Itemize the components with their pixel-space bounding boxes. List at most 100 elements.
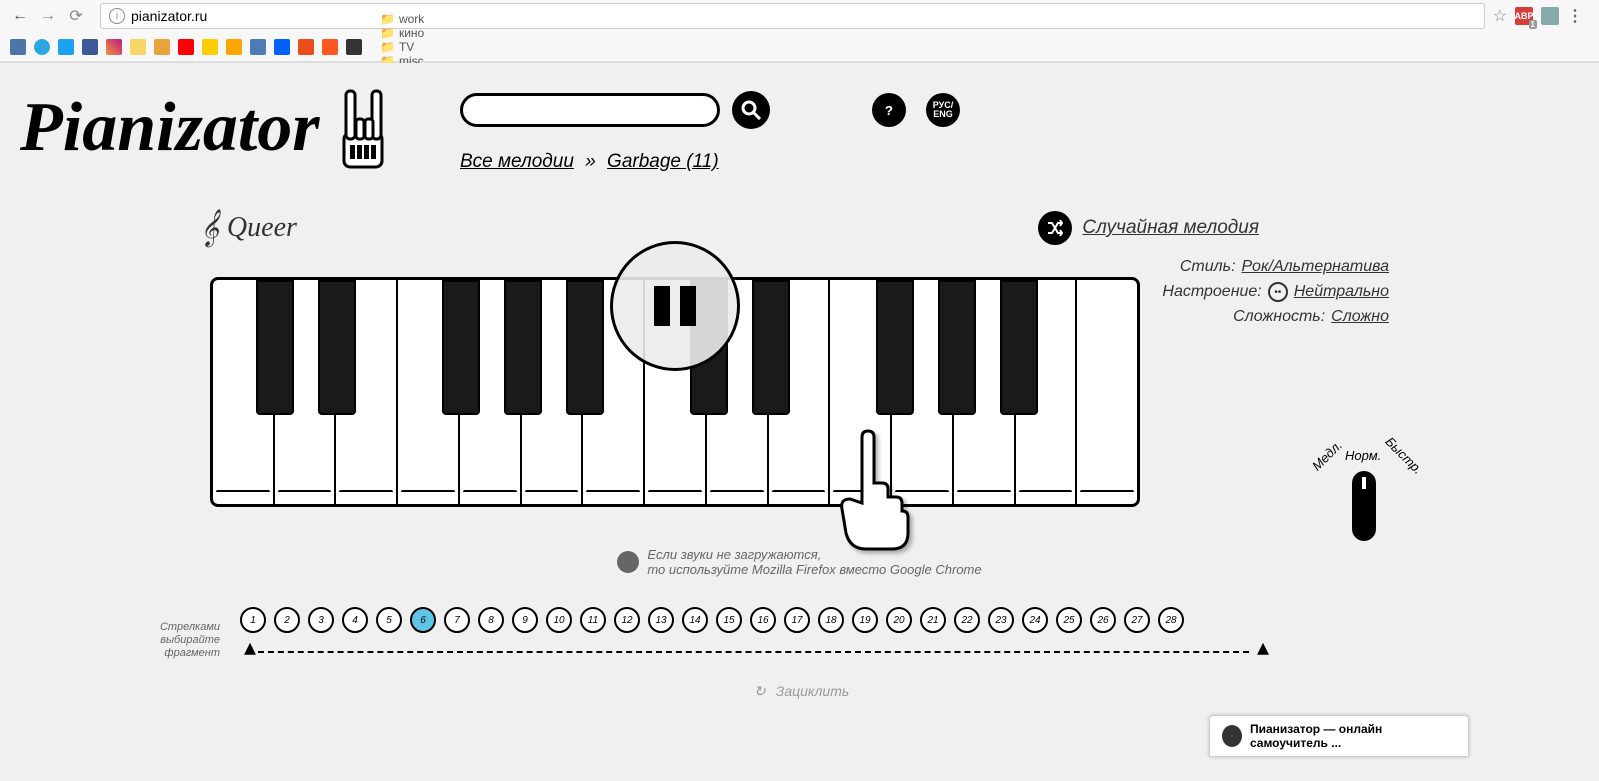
logo-text: Pianizator [20,88,320,168]
bookmark-icon[interactable] [58,39,74,55]
url-bar[interactable]: i pianizator.ru [100,3,1485,29]
bookmark-folder[interactable]: 📁кино [380,26,446,40]
black-key[interactable] [752,280,790,415]
fragment-dot[interactable]: 22 [954,607,980,633]
browser-menu[interactable]: ⋮ [1567,6,1583,26]
black-key[interactable] [442,280,480,415]
folder-icon: 📁 [380,26,395,40]
folder-icon: 📁 [380,40,395,54]
loop-label[interactable]: Зациклить [776,683,850,699]
language-button[interactable]: РУС/ ENG [926,93,960,127]
breadcrumb-artist[interactable]: Garbage (11) [607,151,719,172]
fragment-dot[interactable]: 9 [512,607,538,633]
bookmark-icon[interactable] [106,39,122,55]
fragments-label: Стрелками выбирайте фрагмент [140,621,220,661]
meta-style[interactable]: Рок/Альтернатива [1242,258,1389,276]
bookmark-icon[interactable] [82,39,98,55]
shuffle-icon[interactable] [1038,211,1072,245]
bookmark-icon[interactable] [10,39,26,55]
bookmark-icon[interactable] [178,39,194,55]
breadcrumb-all[interactable]: Все мелодии [460,151,574,172]
bookmark-folder[interactable]: 📁work [380,12,446,26]
logo[interactable]: Pianizator [20,83,460,173]
bookmark-icon[interactable] [34,39,50,55]
tempo-knob[interactable] [1352,471,1376,541]
arrow-up-icon: ▴ [244,633,256,662]
fragment-dot[interactable]: 28 [1158,607,1184,633]
bookmark-icon[interactable] [322,39,338,55]
firefox-icon [617,551,639,573]
fragment-dot[interactable]: 16 [750,607,776,633]
fragment-dot[interactable]: 12 [614,607,640,633]
fragment-dot[interactable]: 13 [648,607,674,633]
bookmark-icon[interactable] [154,39,170,55]
fragment-dot[interactable]: 25 [1056,607,1082,633]
fragment-dot[interactable]: 4 [342,607,368,633]
help-button[interactable]: ? [872,93,906,127]
loop-icon[interactable]: ↻ [750,681,770,701]
bookmark-icon[interactable] [346,39,362,55]
bookmark-icon[interactable] [274,39,290,55]
fragment-dot[interactable]: 7 [444,607,470,633]
fragment-dot[interactable]: 24 [1022,607,1048,633]
extension-icon[interactable] [1541,7,1559,25]
fragment-dot[interactable]: 14 [682,607,708,633]
fragment-dot[interactable]: 6 [410,607,436,633]
black-key[interactable] [566,280,604,415]
folder-icon: 📁 [380,12,395,26]
browser-back[interactable]: ← [8,4,32,28]
white-key[interactable] [1075,280,1137,504]
fragment-dot[interactable]: 10 [546,607,572,633]
bookmarks-bar: 📁work📁кино📁TV📁misc📁рецепты [0,32,1599,62]
firefox-note: Если звуки не загружаются, то используйт… [20,547,1579,577]
black-key[interactable] [1000,280,1038,415]
url-text: pianizator.ru [131,8,207,24]
bookmark-icon[interactable] [250,39,266,55]
fragment-dot[interactable]: 17 [784,607,810,633]
mood-neutral-icon: •• [1268,282,1288,302]
search-button[interactable] [732,91,770,129]
browser-reload[interactable]: ⟳ [64,4,88,28]
fragment-dot[interactable]: 20 [886,607,912,633]
fragment-dot[interactable]: 21 [920,607,946,633]
site-info-icon[interactable]: i [109,8,125,24]
play-pause-button[interactable] [610,241,740,371]
black-key[interactable] [938,280,976,415]
fragment-dot[interactable]: 1 [240,607,266,633]
fragment-dot[interactable]: 18 [818,607,844,633]
meta-difficulty[interactable]: Сложно [1331,308,1389,326]
song-meta: Стиль: Рок/Альтернатива Настроение: •• Н… [1162,258,1389,332]
bookmark-star-icon[interactable]: ☆ [1493,6,1507,26]
fragment-dot[interactable]: 27 [1124,607,1150,633]
bookmark-folder[interactable]: 📁TV [380,40,446,54]
tempo-control: Медл. Норм. Быстр. [1309,448,1419,549]
fragment-dot[interactable]: 15 [716,607,742,633]
search-input[interactable] [460,93,720,127]
fragment-dot[interactable]: 2 [274,607,300,633]
fragment-dot[interactable]: 11 [580,607,606,633]
bookmark-icon[interactable] [130,39,146,55]
fragment-dot[interactable]: 5 [376,607,402,633]
abp-extension-icon[interactable]: ABP1 [1515,7,1533,25]
black-key[interactable] [876,280,914,415]
song-title: 𝄞 Queer [200,209,297,247]
fragment-dot[interactable]: 3 [308,607,334,633]
fragment-dot[interactable]: 23 [988,607,1014,633]
rock-hand-icon [326,83,396,173]
fragment-range-line [258,651,1249,653]
bookmark-icon[interactable] [298,39,314,55]
fragment-dot[interactable]: 19 [852,607,878,633]
search-icon [741,100,761,120]
pause-icon [654,286,696,326]
fragment-dot[interactable]: 26 [1090,607,1116,633]
bookmark-icon[interactable] [202,39,218,55]
fragment-dot[interactable]: 8 [478,607,504,633]
meta-mood[interactable]: Нейтрально [1294,283,1389,301]
black-key[interactable] [318,280,356,415]
black-key[interactable] [504,280,542,415]
random-melody-link[interactable]: Случайная мелодия [1082,217,1259,239]
black-key[interactable] [256,280,294,415]
browser-forward[interactable]: → [36,4,60,28]
bookmark-icon[interactable] [226,39,242,55]
footer-chip[interactable]: Пианизатор — онлайн самоучитель ... [1209,715,1469,757]
